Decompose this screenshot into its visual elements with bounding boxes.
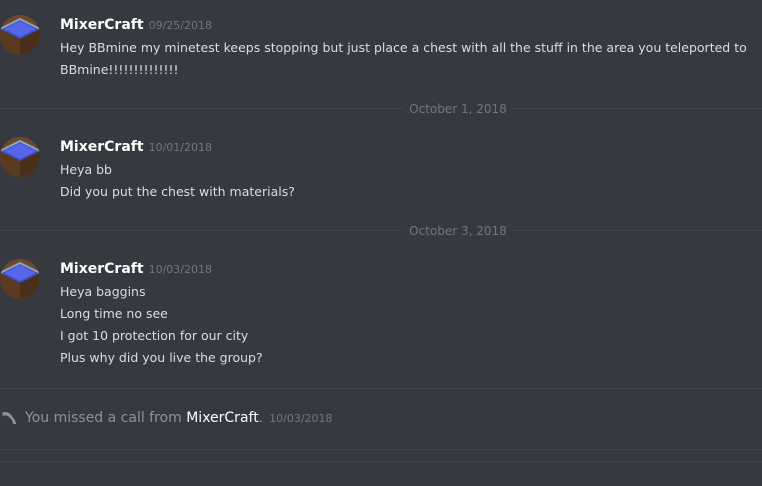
message-author[interactable]: MixerCraft 09/25/2018	[60, 16, 212, 35]
message-line: Long time no see	[60, 306, 168, 321]
message-author[interactable]: MixerCraft 10/01/2018	[60, 138, 212, 157]
phone-icon	[2, 412, 16, 424]
user-avatar[interactable]	[0, 259, 40, 299]
message-timestamp: 10/01/2018	[148, 141, 212, 154]
message-timestamp: 10/03/2018	[148, 263, 212, 276]
message-author[interactable]: MixerCraft 10/03/2018	[60, 260, 212, 279]
message-timestamp: 09/25/2018	[148, 19, 212, 32]
message-line: Hey BBmine my minetest keeps stopping bu…	[60, 40, 747, 55]
missed-call-text: You missed a call from MixerCraft. 10/03/…	[25, 410, 333, 426]
message-line: I got 10 protection for our city	[60, 328, 249, 343]
message-line: Plus why did you live the group?	[60, 350, 263, 365]
missed-call-message: You missed a call from MixerCraft. 10/03/…	[0, 388, 762, 450]
date-divider-label: October 3, 2018	[0, 223, 762, 239]
message-line: Heya bb	[60, 162, 112, 177]
message-line: Did you put the chest with materials?	[60, 184, 295, 199]
user-avatar[interactable]	[0, 137, 40, 177]
call-timestamp: 10/03/2018	[269, 412, 333, 425]
message-line: BBmine!!!!!!!!!!!!!!	[60, 62, 179, 77]
message-line: Heya baggins	[60, 284, 146, 299]
date-divider-label: October 1, 2018	[0, 101, 762, 117]
caller-name[interactable]: MixerCraft	[186, 410, 258, 426]
bottom-divider	[0, 461, 762, 486]
user-avatar[interactable]	[0, 15, 40, 55]
